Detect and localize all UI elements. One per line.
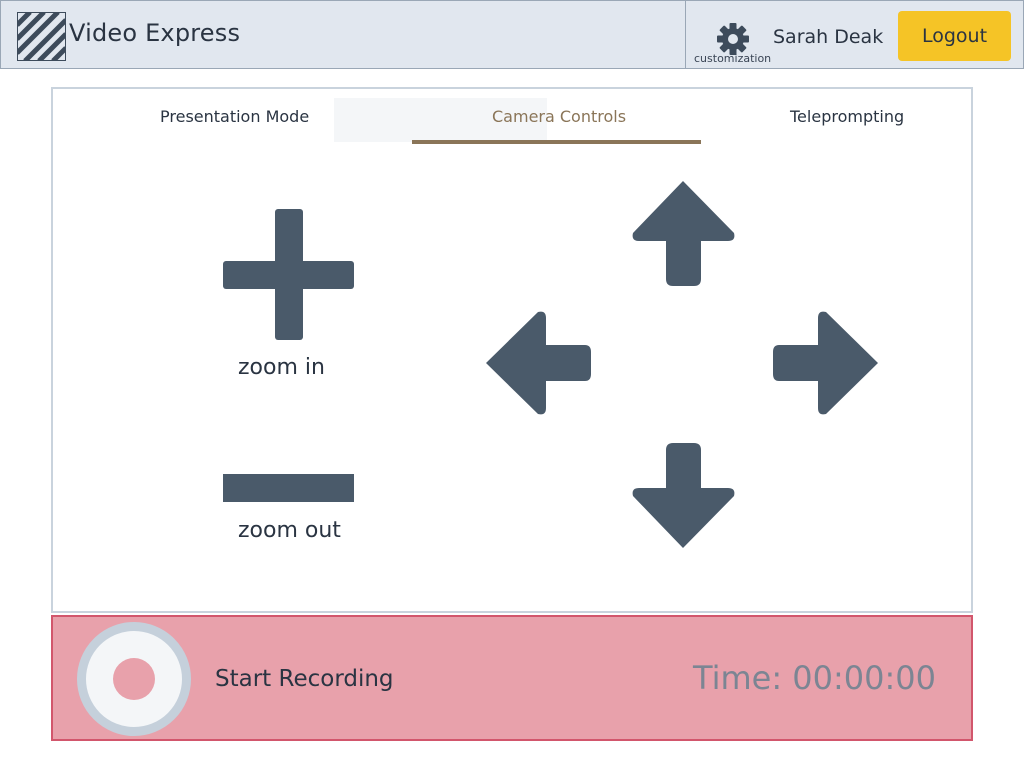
- arrow-left-icon: [486, 311, 591, 415]
- record-icon: [113, 658, 155, 700]
- pan-left-button[interactable]: [484, 309, 593, 418]
- zoom-out-label: zoom out: [238, 518, 341, 543]
- zoom-in-label: zoom in: [238, 355, 325, 380]
- active-tab-underline: [412, 140, 701, 144]
- plus-icon: [223, 209, 354, 340]
- arrow-right-icon: [773, 311, 878, 415]
- app-header: Video Express customization Sarah Deak L…: [0, 0, 1024, 69]
- pan-down-button[interactable]: [629, 441, 738, 550]
- customization-label: customization: [694, 52, 772, 65]
- logout-button[interactable]: Logout: [898, 11, 1011, 61]
- header-divider: [685, 1, 686, 69]
- recording-timer: Time: 00:00:00: [693, 659, 936, 697]
- start-recording-label[interactable]: Start Recording: [215, 666, 394, 692]
- logo-stripes-icon: [15, 10, 68, 63]
- user-name: Sarah Deak: [773, 26, 884, 48]
- app-title: Video Express: [69, 19, 241, 47]
- pan-up-button[interactable]: [629, 179, 738, 288]
- record-button[interactable]: [77, 622, 191, 736]
- zoom-out-button[interactable]: [223, 474, 356, 504]
- camera-controls-panel: Presentation Mode Camera Controls Telepr…: [51, 87, 973, 613]
- zoom-in-button[interactable]: [223, 209, 356, 342]
- minus-icon: [223, 474, 354, 502]
- tab-presentation-mode[interactable]: Presentation Mode: [160, 107, 309, 126]
- arrow-down-icon: [632, 443, 735, 548]
- arrow-up-icon: [632, 181, 735, 286]
- tab-camera-controls[interactable]: Camera Controls: [492, 107, 626, 126]
- pan-right-button[interactable]: [771, 309, 880, 418]
- tab-teleprompting[interactable]: Teleprompting: [790, 107, 904, 126]
- recording-bar: Start Recording Time: 00:00:00: [51, 615, 973, 741]
